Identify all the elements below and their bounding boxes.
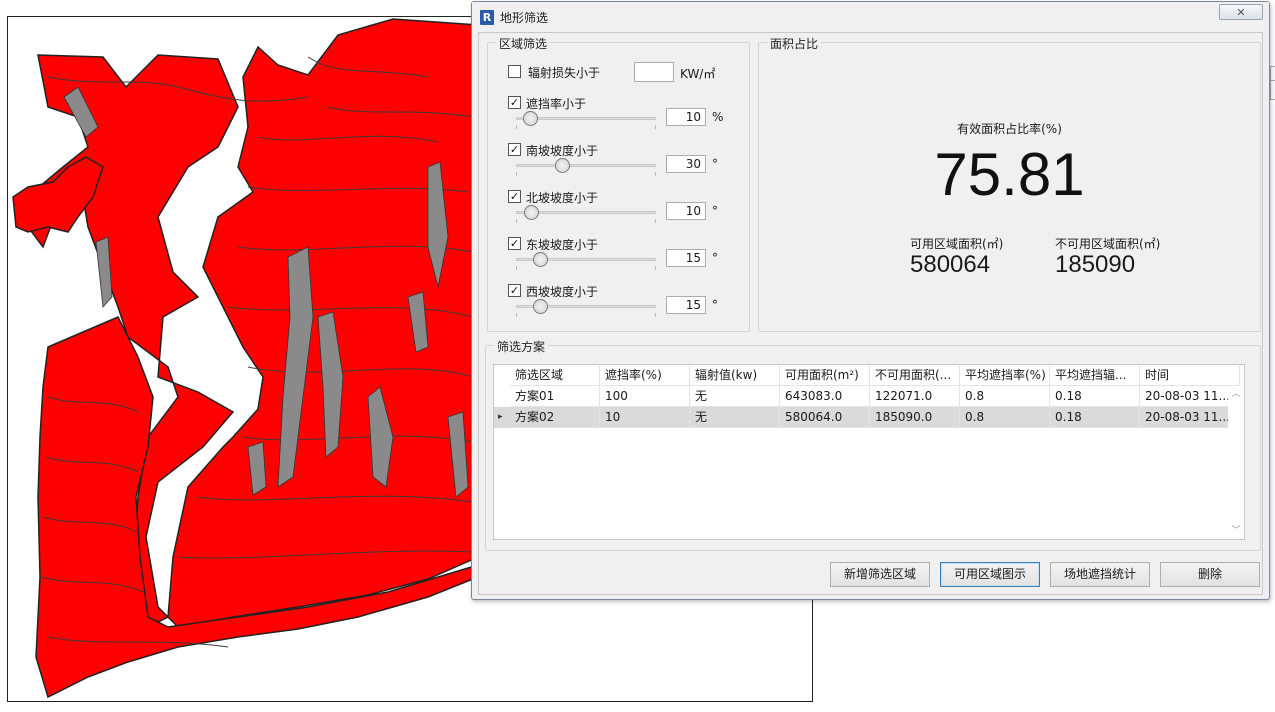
slider-checkbox[interactable]: ✓ bbox=[508, 237, 521, 250]
slider-label: 北坡坡度小于 bbox=[526, 191, 599, 205]
revit-app-icon: R bbox=[480, 10, 494, 25]
background-panel-divider bbox=[1270, 80, 1275, 99]
table-cell[interactable]: 122071.0 bbox=[870, 386, 960, 407]
table-cell[interactable]: 无 bbox=[690, 386, 780, 407]
table-row[interactable]: 方案01 100 无 643083.0 122071.0 0.8 0.18 20-08-03 … bbox=[494, 386, 1240, 407]
slider-label: 南坡坡度小于 bbox=[526, 144, 599, 158]
slider-thumb[interactable] bbox=[524, 205, 540, 220]
slider-tick bbox=[655, 125, 656, 129]
table-cell[interactable]: 185090.0 bbox=[870, 407, 960, 428]
table-row[interactable]: ▸ 方案02 10 无 580064.0 185090.0 0.8 0.18 20-08-03 … bbox=[494, 407, 1240, 428]
slider-tick bbox=[655, 172, 656, 176]
scroll-down-icon[interactable]: ﹀ bbox=[1231, 526, 1241, 536]
area-ratio-legend: 面积占比 bbox=[767, 35, 822, 52]
column-header[interactable]: 筛选区域 bbox=[510, 365, 600, 386]
table-cell[interactable]: 方案01 bbox=[510, 386, 600, 407]
unusable-area-label: 不可用区域面积(㎡) bbox=[1055, 237, 1161, 251]
area-ratio-group: 面积占比 有效面积占比率(%) 75.81 可用区域面积(㎡) 580064 不… bbox=[758, 35, 1261, 332]
ratio-value: 75.81 bbox=[934, 141, 1085, 208]
slider-unit: ° bbox=[712, 298, 718, 312]
table-cell[interactable]: 方案02 bbox=[510, 407, 600, 428]
usable-area-value: 580064 bbox=[910, 251, 991, 278]
show-usable-area-button[interactable]: 可用区域图示 bbox=[940, 562, 1040, 587]
slider-tick bbox=[516, 266, 517, 270]
table-cell[interactable]: 0.18 bbox=[1050, 386, 1140, 407]
ratio-label: 有效面积占比率(%) bbox=[957, 122, 1062, 136]
table-cell[interactable]: 0.18 bbox=[1050, 407, 1140, 428]
slider-thumb[interactable] bbox=[532, 299, 548, 314]
column-header[interactable]: 可用面积(m²) bbox=[780, 365, 870, 386]
radiation-input[interactable] bbox=[634, 62, 674, 82]
column-header[interactable]: 平均遮挡率(%) bbox=[960, 365, 1050, 386]
table-cell[interactable]: 10 bbox=[600, 407, 690, 428]
shading-statistics-button[interactable]: 场地遮挡统计 bbox=[1050, 562, 1150, 587]
slider-unit: ° bbox=[712, 251, 718, 265]
slider-track[interactable] bbox=[516, 164, 656, 167]
column-header[interactable]: 辐射值(kw) bbox=[690, 365, 780, 386]
table-cell[interactable]: 20-08-03 11... bbox=[1140, 386, 1240, 407]
radiation-label: 辐射损失小于 bbox=[528, 66, 601, 80]
column-header[interactable]: 不可用面积(... bbox=[870, 365, 960, 386]
slider-value-input[interactable]: 10 bbox=[666, 202, 706, 220]
slider-checkbox[interactable]: ✓ bbox=[508, 190, 521, 203]
schemes-legend: 筛选方案 bbox=[494, 338, 549, 355]
slider-unit: ° bbox=[712, 204, 718, 218]
slider-checkbox[interactable]: ✓ bbox=[508, 96, 521, 109]
slider-value-input[interactable]: 30 bbox=[666, 155, 706, 173]
slider-unit: % bbox=[712, 110, 724, 124]
scroll-up-icon[interactable]: ︿ bbox=[1231, 389, 1241, 399]
table-cell[interactable]: 100 bbox=[600, 386, 690, 407]
table-cell[interactable]: 20-08-03 11... bbox=[1140, 407, 1240, 428]
column-header[interactable]: 平均遮挡辐... bbox=[1050, 365, 1140, 386]
region-filter-legend: 区域筛选 bbox=[496, 35, 551, 52]
usable-area-label: 可用区域面积(㎡) bbox=[910, 237, 1004, 251]
column-header[interactable]: 遮挡率(%) bbox=[600, 365, 690, 386]
column-header[interactable]: 时间 bbox=[1140, 365, 1240, 386]
slider-label: 西坡坡度小于 bbox=[526, 285, 599, 299]
table-cell[interactable]: 643083.0 bbox=[780, 386, 870, 407]
slider-tick bbox=[516, 172, 517, 176]
slider-tick bbox=[516, 313, 517, 317]
table-header-row: 筛选区域 遮挡率(%) 辐射值(kw) 可用面积(m²) 不可用面积(... 平均遮挡率(… bbox=[494, 365, 1240, 386]
slider-value-input[interactable]: 15 bbox=[666, 249, 706, 267]
row-selector-icon: ▸ bbox=[498, 412, 503, 422]
slider-value-input[interactable]: 15 bbox=[666, 296, 706, 314]
slider-tick bbox=[655, 313, 656, 317]
slider-tick bbox=[655, 219, 656, 223]
window-title: 地形筛选 bbox=[500, 11, 549, 25]
table-cell[interactable]: 580064.0 bbox=[780, 407, 870, 428]
slider-tick bbox=[516, 125, 517, 129]
title-bar[interactable]: R 地形筛选 ✕ bbox=[472, 2, 1269, 32]
radiation-unit: KW/㎡ bbox=[680, 67, 716, 81]
table-scrollbar[interactable]: ︿ ﹀ bbox=[1228, 386, 1244, 539]
terrain-filter-dialog: R 地形筛选 ✕ 区域筛选 辐射损失小于 KW/㎡ ✓ 遮挡率小于 10% ✓ 南坡坡度… bbox=[471, 1, 1270, 600]
close-button[interactable]: ✕ bbox=[1219, 4, 1263, 20]
table-cell[interactable]: 无 bbox=[690, 407, 780, 428]
table-cell[interactable]: 0.8 bbox=[960, 407, 1050, 428]
dialog-body: 区域筛选 辐射损失小于 KW/㎡ ✓ 遮挡率小于 10% ✓ 南坡坡度小于 30 ° ✓ 北坡坡… bbox=[478, 32, 1263, 595]
table-cell[interactable]: 0.8 bbox=[960, 386, 1050, 407]
unusable-area-value: 185090 bbox=[1055, 251, 1136, 278]
slider-value-input[interactable]: 10 bbox=[666, 108, 706, 126]
slider-label: 遮挡率小于 bbox=[526, 97, 587, 111]
slider-thumb[interactable] bbox=[555, 158, 571, 173]
slider-thumb[interactable] bbox=[532, 252, 548, 267]
slider-tick bbox=[516, 219, 517, 223]
region-filter-group: 区域筛选 辐射损失小于 KW/㎡ ✓ 遮挡率小于 10% ✓ 南坡坡度小于 30 ° ✓ 北坡坡… bbox=[487, 35, 750, 332]
slider-unit: ° bbox=[712, 157, 718, 171]
add-filter-region-button[interactable]: 新增筛选区域 bbox=[830, 562, 930, 587]
schemes-table[interactable]: 筛选区域 遮挡率(%) 辐射值(kw) 可用面积(m²) 不可用面积(... 平均遮挡率(… bbox=[493, 364, 1245, 540]
slider-tick bbox=[655, 266, 656, 270]
slider-label: 东坡坡度小于 bbox=[526, 238, 599, 252]
slider-checkbox[interactable]: ✓ bbox=[508, 284, 521, 297]
slider-thumb[interactable] bbox=[523, 111, 538, 126]
delete-button[interactable]: 删除 bbox=[1160, 562, 1260, 587]
slider-checkbox[interactable]: ✓ bbox=[508, 143, 521, 156]
radiation-checkbox[interactable] bbox=[508, 65, 521, 78]
